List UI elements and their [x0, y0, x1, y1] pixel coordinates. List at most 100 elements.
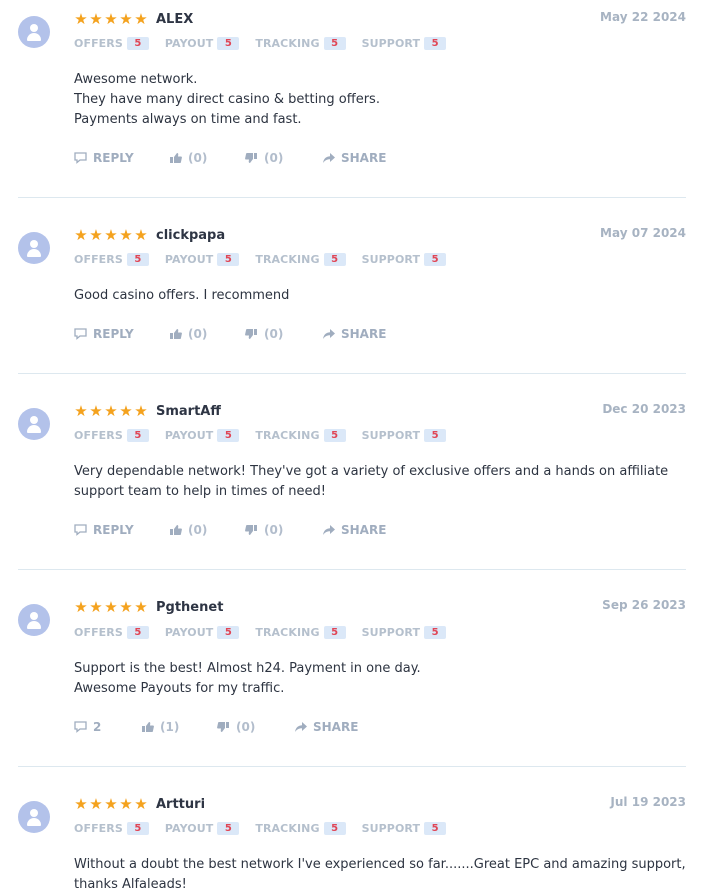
star-rating: ★ ★ ★ ★ ★ — [74, 403, 148, 419]
category-scores: OFFERS 5 PAYOUT 5 TRACKING 5 SUPPORT 5 — [74, 36, 462, 50]
dislike-button[interactable]: (0) — [245, 327, 323, 341]
review-date: May 07 2024 — [600, 226, 686, 240]
star-icon: ★ — [104, 226, 118, 244]
category-label-offers: OFFERS — [74, 821, 123, 835]
category-label-tracking: TRACKING — [255, 36, 320, 50]
dislike-button[interactable]: (0) — [245, 523, 323, 537]
reviewer-name: Pgthenet — [156, 599, 224, 615]
thumbs-down-icon — [245, 525, 257, 535]
score-badge: 5 — [126, 252, 149, 266]
star-icon: ★ — [134, 402, 148, 420]
reviewer-name: SmartAff — [156, 403, 221, 419]
star-rating: ★ ★ ★ ★ ★ — [74, 796, 148, 812]
star-icon: ★ — [104, 402, 118, 420]
comment-icon — [74, 328, 87, 340]
score-badge: 5 — [126, 428, 149, 442]
star-icon: ★ — [74, 402, 88, 420]
avatar — [18, 232, 50, 264]
share-button[interactable]: SHARE — [323, 151, 386, 165]
divider — [18, 373, 686, 374]
category-label-support: SUPPORT — [361, 428, 421, 442]
comment-icon — [74, 524, 87, 536]
score-badge: 5 — [323, 625, 346, 639]
thumbs-up-icon — [170, 525, 182, 535]
reviewer-name: Artturi — [156, 796, 206, 812]
category-label-tracking: TRACKING — [255, 821, 320, 835]
review-text: Support is the best! Almost h24. Payment… — [74, 661, 421, 696]
star-icon: ★ — [89, 402, 103, 420]
star-icon: ★ — [134, 598, 148, 616]
star-icon: ★ — [134, 795, 148, 813]
star-icon: ★ — [74, 10, 88, 28]
like-button[interactable]: (1) — [141, 720, 217, 734]
star-icon: ★ — [104, 795, 118, 813]
score-badge: 5 — [217, 252, 240, 266]
review-date: Sep 26 2023 — [602, 598, 686, 612]
score-badge: 5 — [424, 625, 447, 639]
star-icon: ★ — [74, 598, 88, 616]
score-badge: 5 — [217, 625, 240, 639]
thumbs-down-icon — [217, 722, 229, 732]
star-rating: ★ ★ ★ ★ ★ — [74, 11, 148, 27]
divider — [18, 197, 686, 198]
thumbs-up-icon — [142, 722, 154, 732]
category-scores: OFFERS 5 PAYOUT 5 TRACKING 5 SUPPORT 5 — [74, 821, 462, 835]
category-label-support: SUPPORT — [361, 252, 421, 266]
share-button[interactable]: SHARE — [295, 720, 358, 734]
star-icon: ★ — [119, 795, 133, 813]
like-button[interactable]: (0) — [169, 151, 245, 165]
thumbs-down-icon — [245, 153, 257, 163]
category-label-offers: OFFERS — [74, 36, 123, 50]
reply-button[interactable]: REPLY — [74, 327, 169, 341]
score-badge: 5 — [217, 428, 240, 442]
score-badge: 5 — [323, 252, 346, 266]
score-badge: 5 — [126, 36, 149, 50]
reply-button[interactable]: REPLY — [74, 523, 169, 537]
score-badge: 5 — [323, 428, 346, 442]
divider — [18, 569, 686, 570]
review-actions: 2 (1) (0) SHARE — [74, 719, 358, 735]
category-scores: OFFERS 5 PAYOUT 5 TRACKING 5 SUPPORT 5 — [74, 252, 462, 266]
reviewer-name: ALEX — [156, 11, 194, 27]
category-label-tracking: TRACKING — [255, 428, 320, 442]
category-label-payout: PAYOUT — [164, 36, 214, 50]
review-date: May 22 2024 — [600, 10, 686, 24]
score-badge: 5 — [217, 821, 240, 835]
category-label-payout: PAYOUT — [164, 252, 214, 266]
review-text: Very dependable network! They've got a v… — [74, 464, 669, 499]
star-icon: ★ — [119, 10, 133, 28]
category-label-support: SUPPORT — [361, 36, 421, 50]
reply-button[interactable]: REPLY — [74, 151, 169, 165]
category-label-offers: OFFERS — [74, 625, 123, 639]
score-badge: 5 — [424, 36, 447, 50]
like-button[interactable]: (0) — [169, 523, 245, 537]
comments-count-button[interactable]: 2 — [74, 720, 141, 734]
comment-icon — [74, 721, 87, 733]
star-rating: ★ ★ ★ ★ ★ — [74, 227, 148, 243]
share-button[interactable]: SHARE — [323, 523, 386, 537]
category-scores: OFFERS 5 PAYOUT 5 TRACKING 5 SUPPORT 5 — [74, 428, 462, 442]
comment-icon — [74, 152, 87, 164]
category-label-support: SUPPORT — [361, 821, 421, 835]
category-label-tracking: TRACKING — [255, 625, 320, 639]
review-text: Without a doubt the best network I've ex… — [74, 857, 686, 892]
reviewer-name: clickpapa — [156, 227, 226, 243]
score-badge: 5 — [323, 821, 346, 835]
score-badge: 5 — [424, 252, 447, 266]
category-label-tracking: TRACKING — [255, 252, 320, 266]
star-icon: ★ — [119, 226, 133, 244]
like-button[interactable]: (0) — [169, 327, 245, 341]
star-icon: ★ — [74, 226, 88, 244]
category-label-support: SUPPORT — [361, 625, 421, 639]
dislike-button[interactable]: (0) — [245, 151, 323, 165]
avatar — [18, 16, 50, 48]
score-badge: 5 — [126, 625, 149, 639]
thumbs-down-icon — [245, 329, 257, 339]
divider — [18, 766, 686, 767]
share-button[interactable]: SHARE — [323, 327, 386, 341]
share-icon — [323, 329, 335, 339]
share-icon — [323, 153, 335, 163]
star-icon: ★ — [89, 226, 103, 244]
share-icon — [323, 525, 335, 535]
dislike-button[interactable]: (0) — [217, 720, 295, 734]
